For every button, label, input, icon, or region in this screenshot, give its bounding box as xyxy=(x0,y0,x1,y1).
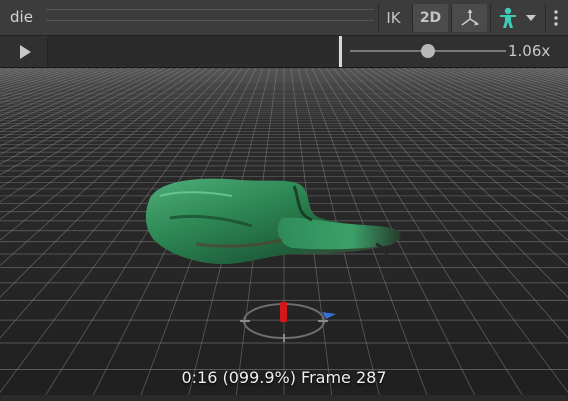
avatar-preview-dropdown[interactable] xyxy=(490,4,542,32)
speed-slider-handle[interactable] xyxy=(421,44,435,58)
bottom-edge xyxy=(0,395,568,401)
transform-axes-icon xyxy=(461,9,479,26)
header-drag-area[interactable] xyxy=(46,9,374,21)
speed-value: 1.06x xyxy=(508,42,551,60)
kebab-menu-button[interactable] xyxy=(545,4,565,32)
play-button[interactable] xyxy=(8,40,42,64)
playhead[interactable] xyxy=(339,36,342,67)
frame-info-label: 0:16 (099.9%) Frame 287 xyxy=(181,368,387,387)
ik-toggle-button[interactable]: IK xyxy=(378,4,408,32)
pivot-red-marker xyxy=(280,302,287,322)
2d-label: 2D xyxy=(419,10,442,26)
preview-header: die IK 2D xyxy=(0,0,568,36)
pivot-gizmo-button[interactable] xyxy=(451,4,487,32)
preview-title: die xyxy=(10,8,33,26)
timeline-scrubber[interactable] xyxy=(48,36,338,67)
preview-viewport[interactable]: 0:16 (099.9%) Frame 287 xyxy=(0,68,568,401)
chevron-down-icon xyxy=(525,15,536,21)
playback-bar: 1.06x xyxy=(0,36,568,68)
ik-label: IK xyxy=(386,9,401,27)
humanoid-avatar-icon xyxy=(499,7,516,28)
pivot-gizmo[interactable] xyxy=(0,68,568,401)
play-icon xyxy=(20,45,31,59)
2d-toggle-button[interactable]: 2D xyxy=(412,4,448,32)
kebab-menu-icon xyxy=(553,10,558,26)
